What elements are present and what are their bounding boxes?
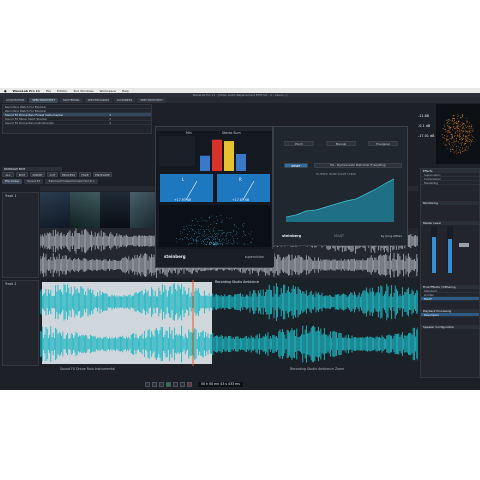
toolbar-all-button[interactable]: ALL — [2, 172, 14, 177]
supervision-product-label: supervision — [244, 255, 264, 259]
tab-file-group[interactable]: File Group — [2, 179, 23, 184]
apple-icon[interactable]: ● — [4, 89, 7, 93]
vectorscope — [159, 205, 271, 247]
master-level-faders[interactable] — [421, 225, 479, 275]
workspace-tab-row: ACQUISITION SPECTRUM EDIT MASTERING SPEC… — [0, 97, 480, 103]
tab-acquisition[interactable]: ACQUISITION — [3, 97, 28, 103]
loop-button[interactable] — [180, 381, 185, 387]
level-readout: -0.1 dB — [418, 124, 431, 128]
maat-preset-selector[interactable]: FS1 - Psychoacoustic Multi Order (F-weig… — [314, 163, 402, 168]
tab-loudness[interactable]: LOUDNESS — [113, 97, 136, 103]
tab-spectrum-edit-2[interactable]: SPECTRUM EDIT — [137, 97, 166, 103]
menu-workspace[interactable]: Workspace — [100, 89, 116, 93]
record-button[interactable] — [187, 381, 192, 387]
waveform-track-2[interactable] — [40, 280, 418, 366]
maat-product-label: MAAT — [334, 234, 345, 238]
track-tab-row: File Group Sound FX Trimmed Forward Crow… — [2, 179, 167, 185]
rewind-button[interactable] — [145, 381, 150, 387]
menu-help[interactable]: Help — [122, 89, 129, 93]
track-name: Track 2 — [5, 282, 17, 286]
back-button[interactable] — [152, 381, 157, 387]
toolbar-envelope-button[interactable]: ENVELOPE — [93, 172, 112, 177]
maat-plugin-window: Pinch Manual Triangular RESET FS1 - Psyc… — [273, 126, 408, 246]
clip-label-1: Recording Studio Ambience — [215, 280, 260, 284]
stop-button[interactable] — [159, 381, 164, 387]
level-readout: -11.88 — [418, 114, 429, 118]
video-thumbnail — [40, 192, 70, 228]
list-item[interactable]: Sound FX Drone Rain Instrumental 3 — [3, 121, 151, 125]
menu-edition[interactable]: Edition — [57, 89, 67, 93]
play-button[interactable] — [166, 381, 171, 387]
menu-tool-windows[interactable]: Tool Windows — [73, 89, 93, 93]
vu-readout-r: +17.85 dB — [232, 198, 250, 202]
tab-sound-fx[interactable]: Sound FX — [24, 179, 44, 184]
transport-bar: 00 h 00 mn 43 s 433 ms — [145, 380, 265, 388]
level-meter-bars — [200, 139, 246, 171]
level-readout: -17.01 dB — [418, 134, 435, 138]
toolbar-process-button[interactable]: PROCESS — [60, 172, 77, 177]
supervision-header — [156, 127, 272, 131]
vu-label-l: L — [182, 177, 185, 182]
maat-steinberg-logo: steinberg — [282, 234, 302, 238]
clip-label-3: Recording Studio Ambience Zoom — [290, 367, 345, 371]
tab-mastering[interactable]: MASTERING — [59, 97, 83, 103]
level-header-sum: Stereo Sum — [222, 131, 241, 135]
maat-chart-caption: FILTERED NOISE SHAPE CURVE — [316, 173, 356, 176]
clip-label-2: Sound FX Drone Rain Instrumental — [60, 367, 116, 371]
vu-readout-l: +17.93 dB — [174, 198, 192, 202]
video-thumbnail — [100, 192, 130, 228]
forward-button[interactable] — [173, 381, 178, 387]
maat-pinch-button[interactable]: Pinch — [284, 141, 314, 146]
toolbar-insert-button[interactable]: INSERT — [30, 172, 45, 177]
vu-label-r: R — [239, 177, 242, 182]
montage-section-label: MONTAGE EDIT — [2, 167, 62, 171]
toolbar-edit-button[interactable]: EDIT — [16, 172, 28, 177]
track-header-1[interactable]: Track 1 — [2, 192, 39, 278]
level-meter-bar — [224, 141, 234, 171]
tab-trimmed-crowd[interactable]: Trimmed Forward Crowd (Vol 2) L — [45, 179, 98, 184]
tab-spectrum-edit[interactable]: SPECTRUM EDIT — [29, 97, 58, 103]
maat-partner-label: by prog.dither — [380, 234, 402, 238]
master-section-panel: Effects Supervision Compressor MasterRig… — [420, 168, 480, 378]
level-meter-bar — [200, 155, 210, 171]
maat-reset-button[interactable]: RESET — [284, 163, 308, 168]
montage-toolbar: ALL EDIT INSERT CUT PROCESS FADE ENVELOP… — [2, 172, 152, 178]
level-header-min: Min — [186, 131, 192, 135]
wavelab-window: ● WaveLab Pro 11 File Edition Tool Windo… — [0, 88, 480, 390]
menu-file[interactable]: File — [46, 89, 51, 93]
track-header-2[interactable]: Track 2 — [2, 280, 39, 366]
tab-spectrogram[interactable]: SPECTROGRAM — [84, 97, 112, 103]
video-thumbnail-strip[interactable] — [40, 192, 160, 228]
phase-scope — [436, 104, 480, 164]
maat-manual-button[interactable]: Manual — [326, 141, 356, 146]
file-browser: Recording Watch For Explorer Recording W… — [2, 104, 152, 134]
time-display[interactable]: 00 h 00 mn 43 s 433 ms — [198, 381, 243, 387]
steinberg-logo: steinberg — [164, 254, 186, 259]
level-meter-bar — [236, 154, 246, 171]
track-name: Track 1 — [5, 194, 17, 198]
noise-shape-curve — [286, 178, 395, 222]
app-menu[interactable]: WaveLab Pro 11 — [13, 89, 40, 93]
toolbar-cut-button[interactable]: CUT — [47, 172, 58, 177]
video-thumbnail — [70, 192, 100, 228]
toolbar-fade-button[interactable]: FADE — [79, 172, 91, 177]
section-speaker-configuration[interactable]: Speaker Configuration — [421, 325, 479, 329]
level-table — [159, 136, 195, 166]
right-top-readouts: -11.88 -0.1 dB -17.01 dB — [418, 104, 436, 144]
supervision-plugin-window: Min Stereo Sum L R +17.93 dB +17.85 dB s… — [155, 126, 274, 268]
level-meter-bar — [212, 139, 222, 171]
maat-triangular-button[interactable]: Triangular — [368, 141, 398, 146]
